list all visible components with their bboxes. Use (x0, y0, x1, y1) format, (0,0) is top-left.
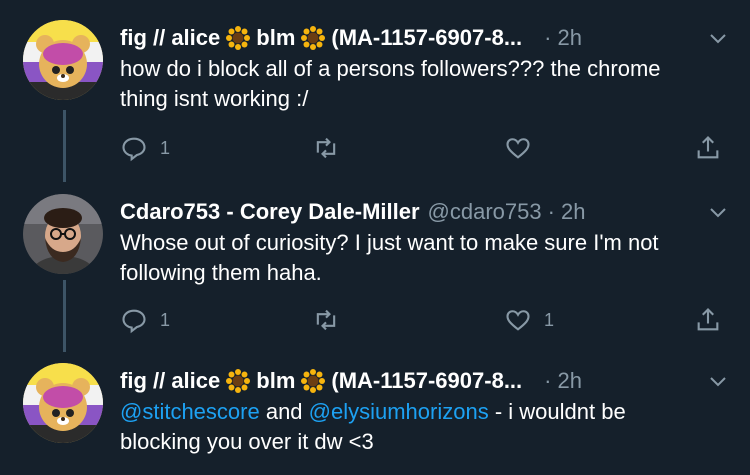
sunflower-emoji-icon (226, 26, 251, 50)
timestamp[interactable]: 2h (557, 365, 581, 397)
share-icon (697, 136, 719, 159)
share-button[interactable] (694, 132, 722, 164)
separator-dot: · (547, 199, 555, 224)
display-name-part[interactable]: blm (256, 365, 295, 397)
mention-link[interactable]: @elysiumhorizons (309, 399, 489, 424)
avatar[interactable] (23, 363, 103, 443)
timestamp[interactable]: 2h (561, 196, 585, 228)
user-handle[interactable]: @cdaro753 (428, 196, 542, 228)
tweet[interactable]: Cdaro753 - Corey Dale-Miller @cdaro753 ·… (0, 180, 750, 355)
avatar[interactable] (23, 20, 103, 100)
separator-dot: · (544, 368, 552, 393)
reply-button[interactable]: 1 (120, 304, 170, 336)
chevron-down-icon[interactable] (706, 200, 730, 224)
share-icon (697, 308, 719, 331)
tweet-header: fig // alice blm (MA-1157-6907-8... · 2h (120, 365, 730, 397)
sunflower-emoji-icon (301, 26, 326, 50)
display-name-part[interactable]: (MA-1157-6907-8... (331, 22, 522, 54)
chevron-down-icon[interactable] (706, 369, 730, 393)
display-name[interactable]: fig // alice (120, 365, 220, 397)
tweet-header: Cdaro753 - Corey Dale-Miller @cdaro753 ·… (120, 196, 730, 228)
tweet-actions: 1 (120, 132, 730, 164)
display-name-part[interactable]: blm (256, 22, 295, 54)
retweet-icon (316, 309, 336, 331)
retweet-button[interactable] (312, 304, 340, 336)
retweet-icon (316, 137, 336, 159)
reply-count: 1 (160, 309, 171, 330)
display-name-part[interactable]: (MA-1157-6907-8... (331, 365, 522, 397)
share-button[interactable] (694, 304, 722, 336)
like-icon (506, 138, 530, 159)
reply-button[interactable]: 1 (120, 132, 170, 164)
avatar[interactable] (23, 194, 103, 274)
tweet-text: @stitchescore and @elysiumhorizons - i w… (120, 397, 710, 457)
reply-icon (122, 309, 146, 334)
like-button[interactable]: 1 (504, 304, 554, 336)
mention-link[interactable]: @stitchescore (120, 399, 260, 424)
chevron-down-icon[interactable] (706, 26, 730, 50)
display-name[interactable]: fig // alice (120, 22, 220, 54)
sunflower-emoji-icon (226, 369, 251, 393)
tweet[interactable]: fig // alice blm (MA-1157-6907-8... · 2h… (0, 0, 750, 180)
sunflower-emoji-icon (301, 369, 326, 393)
separator-dot: · (544, 25, 552, 50)
reply-count: 1 (160, 137, 171, 158)
reply-icon (122, 137, 146, 162)
tweet-actions: 1 1 (120, 304, 730, 336)
tweet-header: fig // alice blm (MA-1157-6907-8... · 2h (120, 22, 730, 54)
retweet-button[interactable] (312, 132, 340, 164)
tweet[interactable]: fig // alice blm (MA-1157-6907-8... · 2h… (0, 355, 750, 475)
tweet-text-part: and (259, 399, 309, 424)
display-name[interactable]: Cdaro753 - Corey Dale-Miller (120, 196, 420, 228)
like-count: 1 (544, 309, 555, 330)
timestamp[interactable]: 2h (557, 22, 581, 54)
tweet-text: how do i block all of a persons follower… (120, 56, 661, 111)
like-icon (506, 310, 530, 331)
like-button[interactable] (504, 132, 532, 164)
tweet-text: Whose out of curiosity? I just want to m… (120, 230, 659, 285)
